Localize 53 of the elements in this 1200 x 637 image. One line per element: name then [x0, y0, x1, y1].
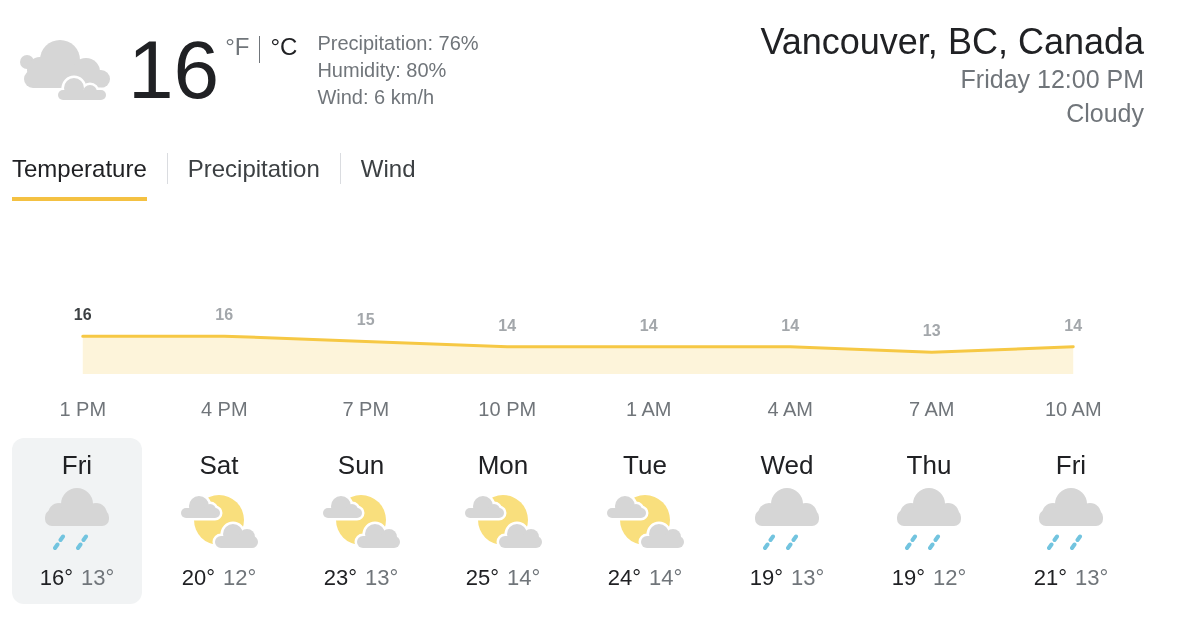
low-temperature: 14°: [507, 564, 541, 592]
high-temperature: 25°: [465, 564, 499, 592]
low-temperature: 13°: [81, 564, 115, 592]
day-name: Sun: [337, 449, 385, 481]
high-temperature: 16°: [39, 564, 73, 592]
low-temperature: 12°: [223, 564, 257, 592]
day-name: Tue: [623, 449, 667, 481]
weather-detail: Humidity: 80%: [317, 58, 448, 83]
low-temperature: 12°: [933, 564, 967, 592]
x-axis-label: 4 AM: [767, 398, 814, 420]
x-axis-label: 1 AM: [625, 398, 672, 420]
day-name: Sat: [199, 449, 239, 481]
unit-toggle[interactable]: °F: [225, 35, 250, 59]
low-temperature: 13°: [1075, 564, 1109, 592]
day-name: Fri: [61, 449, 93, 481]
location-name: Vancouver, BC, Canada: [760, 22, 1144, 62]
day-name: Wed: [760, 449, 814, 481]
weather-condition: Cloudy: [1066, 98, 1144, 129]
day-name: Fri: [1055, 449, 1087, 481]
x-axis-label: 7 PM: [342, 398, 390, 420]
low-temperature: 14°: [649, 564, 683, 592]
tab[interactable]: Wind: [360, 154, 416, 201]
high-temperature: 24°: [607, 564, 641, 592]
high-temperature: 19°: [749, 564, 783, 592]
x-axis-label: 10 AM: [1044, 398, 1102, 420]
day-name: Mon: [477, 449, 529, 481]
data-label: 16: [73, 306, 92, 324]
tab[interactable]: Precipitation: [187, 154, 320, 201]
date-time: Friday 12:00 PM: [960, 64, 1144, 95]
low-temperature: 13°: [365, 564, 399, 592]
day-name: Thu: [906, 449, 952, 481]
weather-detail: Wind: 6 km/h: [317, 85, 436, 110]
high-temperature: 23°: [323, 564, 357, 592]
tab[interactable]: Temperature: [12, 154, 147, 201]
low-temperature: 13°: [791, 564, 825, 592]
data-label: 14: [498, 316, 517, 334]
weather-detail: Precipitation: 76%: [317, 31, 479, 56]
current-temperature: 16: [128, 29, 220, 111]
data-label: 14: [639, 316, 658, 334]
x-axis-label: 10 PM: [478, 398, 537, 420]
day-card[interactable]: Fri 16° 13°: [12, 438, 142, 604]
high-temperature: 20°: [181, 564, 215, 592]
high-temperature: 19°: [891, 564, 925, 592]
data-label: 16: [215, 306, 234, 324]
data-label: 14: [781, 316, 800, 334]
high-temperature: 21°: [1033, 564, 1067, 592]
data-label: 15: [356, 311, 375, 329]
x-axis-label: 4 PM: [200, 398, 248, 420]
x-axis-label: 7 AM: [908, 398, 955, 420]
data-label: 13: [922, 322, 941, 340]
x-axis-label: 1 PM: [59, 398, 107, 420]
data-label: 14: [1064, 316, 1083, 334]
unit-toggle[interactable]: °C: [270, 35, 298, 59]
